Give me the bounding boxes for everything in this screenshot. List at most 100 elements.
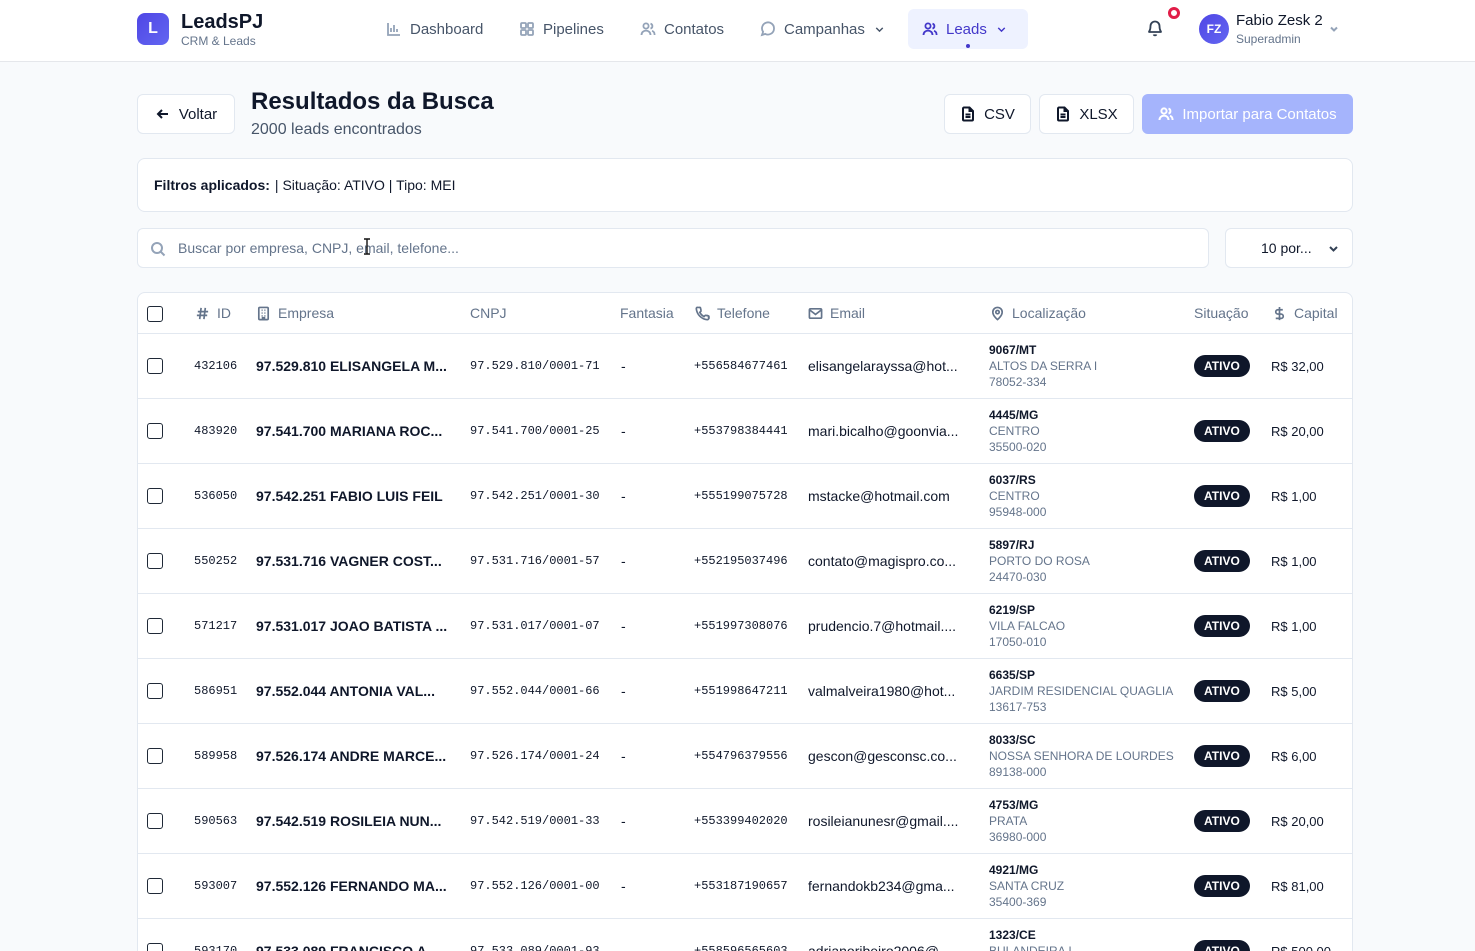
- cell-capital: R$ 5,00: [1271, 684, 1317, 699]
- brand-name[interactable]: LeadsPJ: [181, 11, 263, 34]
- file-text-icon: [962, 106, 975, 122]
- cell-fantasia: -: [621, 423, 626, 439]
- column-cnpj-label: CNPJ: [470, 305, 507, 321]
- cell-empresa[interactable]: 97.552.044 ANTONIA VAL...: [256, 683, 452, 699]
- row-checkbox[interactable]: [147, 423, 163, 439]
- cell-telefone: +553798384441: [694, 424, 788, 438]
- cell-empresa[interactable]: 97.531.017 JOAO BATISTA ...: [256, 618, 452, 634]
- mail-icon: [808, 307, 823, 319]
- cell-email: elisangelarayssa@hot...: [808, 358, 958, 374]
- per-page-select[interactable]: 10 por...: [1225, 228, 1353, 268]
- back-button[interactable]: Voltar: [137, 94, 235, 134]
- select-all-checkbox[interactable]: [147, 306, 163, 322]
- avatar[interactable]: FZ: [1199, 14, 1229, 44]
- file-text-icon: [1057, 106, 1070, 122]
- column-fantasia[interactable]: Fantasia: [620, 305, 674, 321]
- table-row[interactable]: 593007 97.552.126 FERNANDO MA... 97.552.12…: [138, 854, 1352, 919]
- location-zip: 89138-000: [989, 765, 1047, 779]
- status-badge: ATIVO: [1194, 680, 1250, 702]
- cell-fantasia: -: [621, 943, 626, 951]
- notifications-button[interactable]: [1146, 19, 1166, 39]
- location-zip: 35500-020: [989, 440, 1047, 454]
- phone-icon: [695, 306, 710, 321]
- table-row[interactable]: 483920 97.541.700 MARIANA ROC... 97.541.70…: [138, 399, 1352, 464]
- cell-id: 483920: [194, 424, 238, 438]
- cell-email: mari.bicalho@goonvia...: [808, 423, 959, 439]
- location-code: 8033/SC: [989, 733, 1036, 747]
- export-csv-button[interactable]: CSV: [944, 94, 1031, 134]
- user-menu-toggle[interactable]: [1328, 22, 1340, 34]
- nav-contatos-label: Contatos: [664, 20, 725, 38]
- leads-table: ID Empresa CNPJ Fantasia Telefone Email …: [137, 292, 1353, 951]
- cell-empresa[interactable]: 97.531.716 VAGNER COST...: [256, 553, 452, 569]
- applied-filters: Filtros aplicados: | Situação: ATIVO | T…: [137, 158, 1353, 212]
- table-row[interactable]: 536050 97.542.251 FABIO LUIS FEIL 97.542.2…: [138, 464, 1352, 529]
- nav-contatos[interactable]: Contatos: [626, 9, 738, 49]
- cell-localizacao: 6635/SP JARDIM RESIDENCIAL QUAGLIA 13617-7…: [989, 667, 1179, 715]
- grid-icon: [520, 22, 534, 36]
- table-row[interactable]: 590563 97.542.519 ROSILEIA NUN... 97.542.5…: [138, 789, 1352, 854]
- per-page-value: 10 por...: [1261, 240, 1312, 256]
- row-checkbox[interactable]: [147, 683, 163, 699]
- cell-id: 432106: [194, 359, 238, 373]
- search-icon: [151, 242, 166, 257]
- cell-empresa[interactable]: 97.542.251 FABIO LUIS FEIL: [256, 488, 452, 504]
- column-capital[interactable]: Capital: [1272, 305, 1338, 321]
- location-code: 5897/RJ: [989, 538, 1035, 552]
- row-checkbox[interactable]: [147, 618, 163, 634]
- row-checkbox[interactable]: [147, 813, 163, 829]
- arrow-left-icon: [156, 109, 168, 119]
- cell-fantasia: -: [621, 488, 626, 504]
- user-name[interactable]: Fabio Zesk 2: [1236, 12, 1323, 29]
- results-count: 2000 leads encontrados: [251, 121, 422, 138]
- table-row[interactable]: 593170 97.533.089 FRANCISCO A... 97.533.08…: [138, 919, 1352, 951]
- column-telefone[interactable]: Telefone: [695, 305, 770, 321]
- location-zip: 35400-369: [989, 895, 1047, 909]
- cell-email: valmalveira1980@hot...: [808, 683, 956, 699]
- nav-campanhas[interactable]: Campanhas: [746, 9, 900, 49]
- row-checkbox[interactable]: [147, 943, 163, 951]
- nav-leads[interactable]: Leads: [908, 9, 1028, 49]
- message-circle-icon: [760, 21, 775, 37]
- cell-empresa[interactable]: 97.541.700 MARIANA ROC...: [256, 423, 452, 439]
- column-localizacao[interactable]: Localização: [990, 305, 1086, 321]
- table-row[interactable]: 571217 97.531.017 JOAO BATISTA ... 97.531.…: [138, 594, 1352, 659]
- row-checkbox[interactable]: [147, 358, 163, 374]
- location-neighborhood: CENTRO: [989, 489, 1040, 503]
- row-checkbox[interactable]: [147, 748, 163, 764]
- column-cnpj[interactable]: CNPJ: [470, 305, 507, 321]
- cell-telefone: +553399402020: [694, 814, 788, 828]
- cell-id: 550252: [194, 554, 238, 568]
- cell-empresa[interactable]: 97.526.174 ANDRE MARCE...: [256, 748, 452, 764]
- cell-empresa[interactable]: 97.529.810 ELISANGELA M...: [256, 358, 452, 374]
- brand-logo[interactable]: L: [137, 13, 169, 45]
- cell-empresa[interactable]: 97.542.519 ROSILEIA NUN...: [256, 813, 452, 829]
- search-input[interactable]: [178, 229, 1198, 267]
- cell-id: 536050: [194, 489, 238, 503]
- nav-pipelines-label: Pipelines: [543, 20, 604, 38]
- column-telefone-label: Telefone: [717, 305, 770, 321]
- column-email[interactable]: Email: [808, 305, 865, 321]
- cell-capital: R$ 500,00: [1271, 944, 1331, 951]
- row-checkbox[interactable]: [147, 553, 163, 569]
- nav-dashboard[interactable]: Dashboard: [372, 9, 497, 49]
- column-empresa[interactable]: Empresa: [256, 305, 334, 321]
- cell-empresa[interactable]: 97.533.089 FRANCISCO A...: [256, 943, 452, 951]
- column-id[interactable]: ID: [195, 305, 231, 321]
- location-code: 6219/SP: [989, 603, 1036, 617]
- cell-empresa[interactable]: 97.552.126 FERNANDO MA...: [256, 878, 452, 894]
- column-situacao[interactable]: Situação: [1194, 305, 1248, 321]
- cell-cnpj: 97.531.017/0001-07: [470, 619, 600, 633]
- import-contacts-button[interactable]: Importar para Contatos: [1142, 94, 1353, 134]
- row-checkbox[interactable]: [147, 878, 163, 894]
- table-row[interactable]: 589958 97.526.174 ANDRE MARCE... 97.526.17…: [138, 724, 1352, 789]
- table-row[interactable]: 586951 97.552.044 ANTONIA VAL... 97.552.04…: [138, 659, 1352, 724]
- status-badge: ATIVO: [1194, 355, 1250, 377]
- nav-pipelines[interactable]: Pipelines: [505, 9, 618, 49]
- row-checkbox[interactable]: [147, 488, 163, 504]
- table-row[interactable]: 550252 97.531.716 VAGNER COST... 97.531.71…: [138, 529, 1352, 594]
- location-code: 4445/MG: [989, 408, 1039, 422]
- export-xlsx-button[interactable]: XLSX: [1039, 94, 1134, 134]
- chevron-down-icon: [1329, 246, 1338, 252]
- table-row[interactable]: 432106 97.529.810 ELISANGELA M... 97.529.8…: [138, 334, 1352, 399]
